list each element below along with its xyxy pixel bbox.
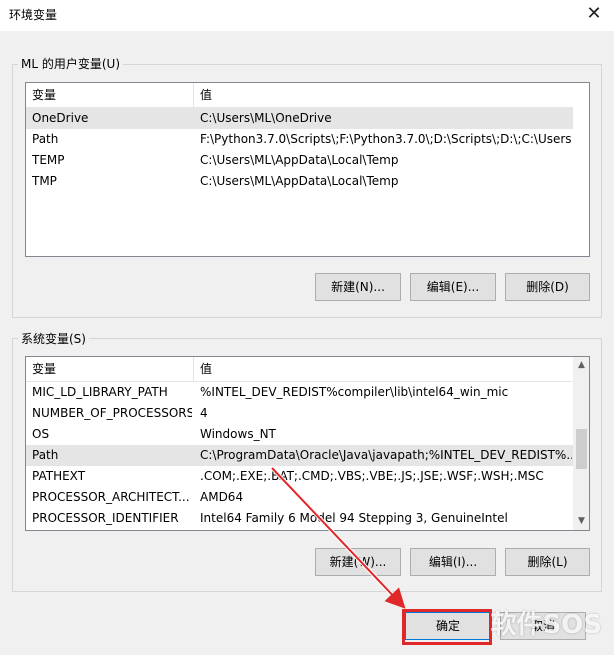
annotation-arrow <box>270 466 406 609</box>
ok-button-highlight <box>402 609 492 645</box>
watermark-text: 软件SOS <box>490 610 602 640</box>
